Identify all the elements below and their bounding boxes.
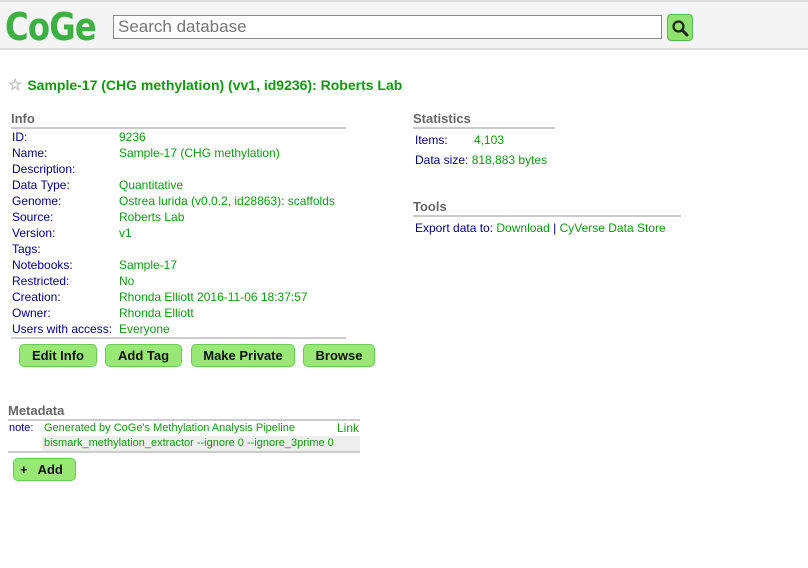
metadata-value-line2: bismark_methylation_extractor --ignore 0… (44, 437, 334, 449)
info-value: Quantitative (119, 178, 184, 192)
add-tag-button[interactable]: Add Tag (105, 344, 182, 367)
info-value: v1 (119, 226, 132, 240)
info-value: 9236 (119, 130, 146, 144)
info-value: Ostrea lurida (v0.0.2, id28863): scaffol… (119, 194, 335, 208)
metadata-link[interactable]: Link (337, 420, 359, 436)
export-label: Export data to: (415, 221, 494, 235)
info-label: Users with access: (12, 322, 113, 336)
info-row: Data Type: Quantitative (12, 177, 352, 193)
info-label: Tags: (12, 242, 41, 256)
cyverse-link[interactable]: CyVerse Data Store (560, 221, 666, 235)
browse-button[interactable]: Browse (303, 344, 375, 367)
make-private-button[interactable]: Make Private (191, 344, 295, 367)
plus-icon: + (20, 462, 28, 477)
info-row: Owner: Rhonda Elliott (12, 305, 352, 321)
info-label: Genome: (12, 194, 62, 208)
info-row: Source: Roberts Lab (12, 209, 352, 225)
info-row: Description: (12, 161, 352, 177)
header: CoGe (0, 0, 808, 50)
download-link[interactable]: Download (496, 221, 549, 235)
separator: | (553, 221, 557, 235)
coge-logo[interactable]: CoGe (5, 5, 97, 49)
info-value: Everyone (119, 322, 170, 336)
info-row: Users with access: Everyone (12, 321, 352, 337)
info-label: Notebooks: (12, 258, 73, 272)
info-row: Genome: Ostrea lurida (v0.0.2, id28863): … (12, 193, 352, 209)
title-text: Sample-17 (CHG methylation) (vv1, id9236… (27, 77, 403, 93)
info-label: Creation: (12, 290, 61, 304)
size-value: 818,883 bytes (471, 153, 548, 167)
search-button[interactable] (667, 14, 693, 41)
export-line: Export data to: Download | CyVerse Data … (415, 221, 666, 235)
info-row: Restricted: No (12, 273, 352, 289)
info-row: Notebooks: Sample-17 (12, 257, 352, 273)
info-label: Description: (12, 162, 76, 176)
items-value: 4,103 (474, 133, 505, 147)
edit-info-button[interactable]: Edit Info (19, 344, 97, 367)
metadata-key: note: (9, 422, 34, 434)
add-label: Add (37, 462, 63, 477)
info-value: Sample-17 (CHG methylation) (119, 146, 280, 160)
info-heading: Info (11, 111, 346, 129)
info-label: Name: (12, 146, 48, 160)
metadata-row-2: bismark_methylation_extractor --ignore 0… (42, 436, 360, 451)
info-value: No (119, 274, 135, 288)
search-icon (672, 19, 689, 36)
metadata-heading: Metadata (8, 403, 360, 421)
stat-size: Data size: 818,883 bytes (415, 153, 547, 167)
size-label: Data size: (415, 153, 469, 167)
info-label: Restricted: (12, 274, 70, 288)
info-label: ID: (12, 130, 28, 144)
statistics-heading: Statistics (413, 111, 555, 129)
page-title: ☆ Sample-17 (CHG methylation) (vv1, id92… (8, 75, 402, 95)
info-divider (11, 337, 346, 339)
info-row: Version: v1 (12, 225, 352, 241)
info-row: Creation: Rhonda Elliott 2016-11-06 18:37… (12, 289, 352, 305)
info-value: Roberts Lab (119, 210, 185, 224)
info-label: Data Type: (12, 178, 70, 192)
stat-items: Items: 4,103 (415, 133, 504, 147)
info-value: Rhonda Elliott 2016-11-06 18:37:57 (119, 290, 308, 304)
metadata-row: note: Generated by CoGe's Methylation An… (8, 420, 360, 436)
info-label: Source: (12, 210, 54, 224)
search-input[interactable] (113, 15, 662, 39)
info-value: Rhonda Elliott (119, 306, 194, 320)
items-label: Items: (415, 133, 448, 147)
metadata-value-line1: Generated by CoGe's Methylation Analysis… (44, 422, 295, 434)
info-row: Name: Sample-17 (CHG methylation) (12, 145, 352, 161)
info-label: Owner: (12, 306, 51, 320)
metadata-table: note: Generated by CoGe's Methylation An… (8, 420, 360, 453)
info-value: Sample-17 (119, 258, 178, 272)
info-row: Tags: (12, 241, 352, 257)
favorite-star-icon[interactable]: ☆ (8, 75, 22, 95)
info-label: Version: (12, 226, 56, 240)
add-metadata-button[interactable]: + Add (13, 458, 76, 481)
info-row: ID: 9236 (12, 129, 352, 145)
tools-heading: Tools (413, 199, 681, 217)
